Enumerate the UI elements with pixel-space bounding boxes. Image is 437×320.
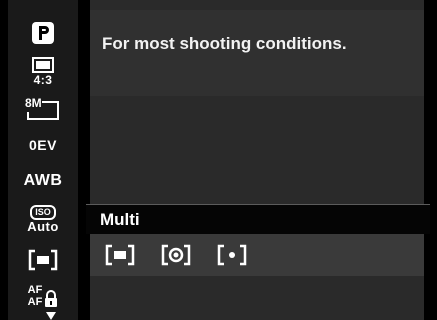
exposure-value: 0EV — [29, 137, 57, 153]
selected-option-bar: Multi — [86, 204, 430, 234]
settings-sidebar: 4:3 8M 0EV AWB ISO Auto AF AF — [8, 0, 78, 320]
resolution-item[interactable]: 8M — [8, 94, 78, 124]
resolution-icon: 8M — [25, 96, 61, 122]
program-mode-icon — [32, 22, 54, 44]
iso-badge: ISO — [30, 204, 56, 220]
exposure-item[interactable]: 0EV — [8, 132, 78, 158]
iso-item[interactable]: ISO Auto — [8, 202, 78, 236]
metering-item[interactable] — [8, 246, 78, 274]
metering-options — [90, 234, 424, 276]
af-label: AF — [27, 284, 43, 296]
iso-value: Auto — [27, 218, 59, 234]
metering-center-icon — [161, 244, 191, 266]
lock-icon — [45, 290, 58, 307]
af-lock-item[interactable]: AF AF — [8, 280, 78, 312]
program-mode-item[interactable] — [8, 18, 78, 48]
metering-option-multi[interactable] — [102, 241, 138, 269]
selected-option-label: Multi — [100, 209, 140, 229]
metering-spot-icon — [217, 244, 247, 266]
aspect-ratio-item[interactable]: 4:3 — [8, 52, 78, 92]
metering-option-center[interactable] — [158, 241, 194, 269]
option-description: For most shooting conditions. — [90, 10, 424, 96]
aspect-ratio-label: 4:3 — [33, 73, 53, 87]
resolution-frame-icon — [27, 101, 59, 120]
af-label-stack: AF AF — [28, 284, 43, 308]
aspect-frame-icon — [32, 57, 54, 73]
metering-multi-icon — [28, 249, 58, 271]
metering-option-spot[interactable] — [214, 241, 250, 269]
camera-menu-screen: 4:3 8M 0EV AWB ISO Auto AF AF For most s… — [0, 0, 437, 320]
white-balance-value: AWB — [23, 172, 63, 189]
af-sub-label: AF — [27, 296, 43, 308]
white-balance-item[interactable]: AWB — [8, 168, 78, 194]
description-text: For most shooting conditions. — [102, 34, 347, 53]
metering-multi-icon — [105, 244, 135, 266]
down-arrow-icon[interactable] — [46, 312, 56, 320]
